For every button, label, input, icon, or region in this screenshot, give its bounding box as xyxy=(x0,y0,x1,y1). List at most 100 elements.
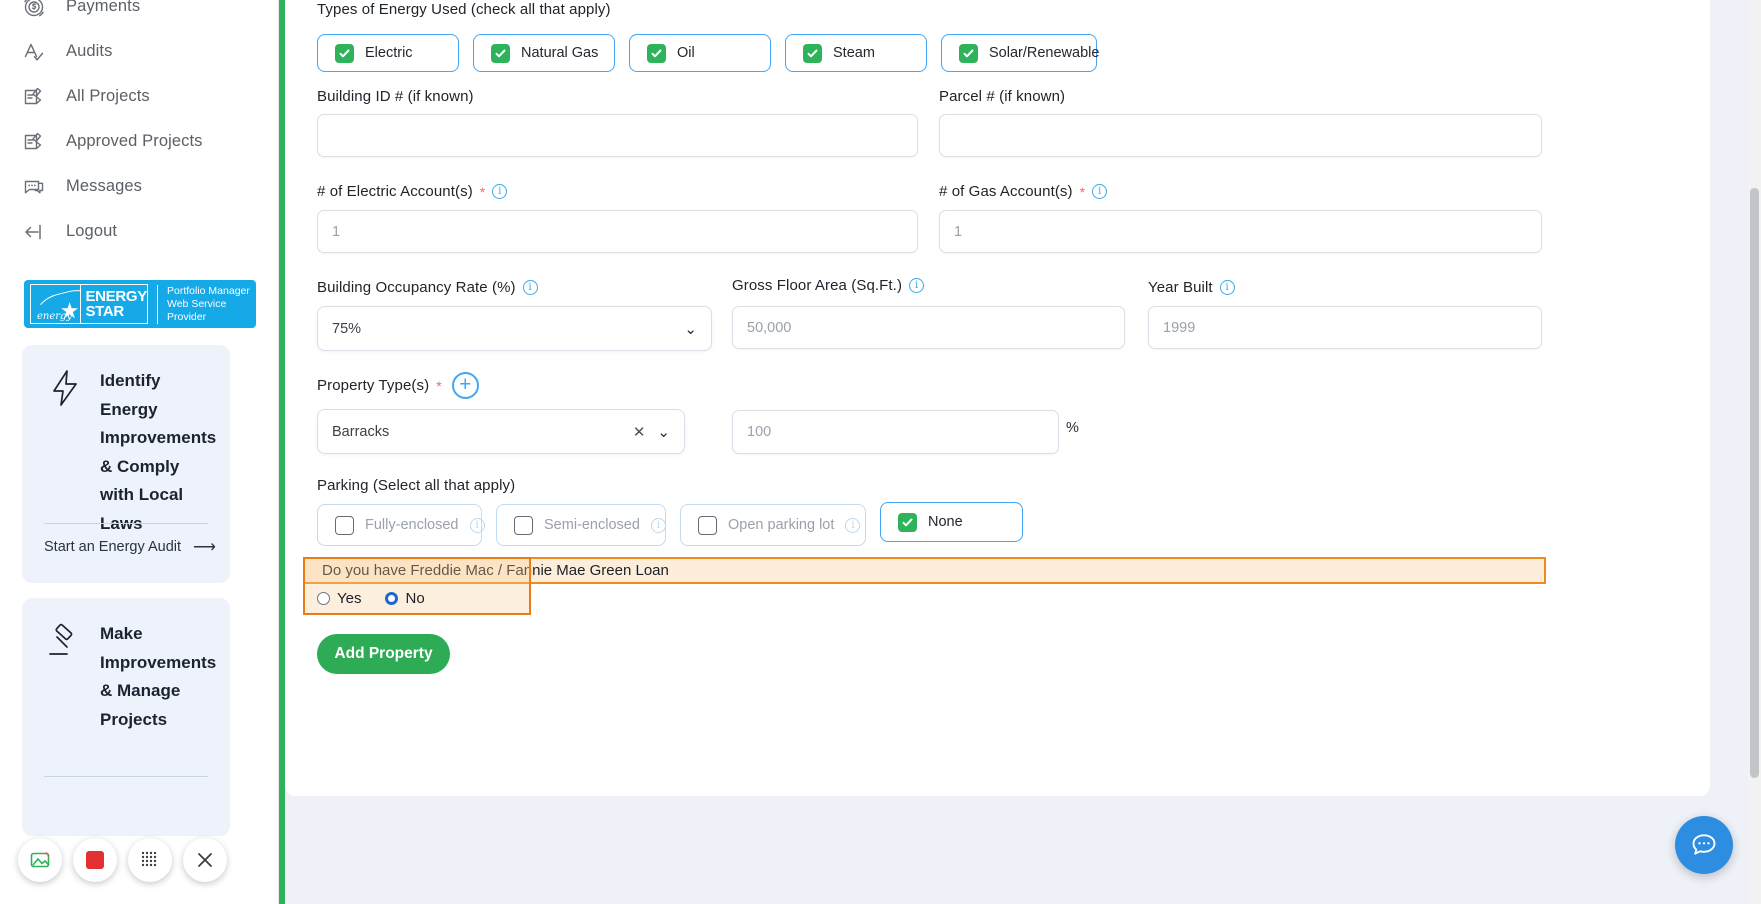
building-id-input[interactable] xyxy=(317,114,918,157)
parcel-label: Parcel # (if known) xyxy=(939,88,1066,105)
promo-cta-label: Start an Energy Audit xyxy=(44,539,182,555)
checkbox-empty-icon xyxy=(514,515,533,535)
required-asterisk: * xyxy=(479,183,486,200)
add-property-type-button[interactable]: + xyxy=(451,372,479,399)
occupancy-label-text: Building Occupancy Rate (%) xyxy=(317,279,516,296)
energy-star-graphic: energy ★ xyxy=(31,285,81,323)
promo-card-manage-projects[interactable]: Make Improvements & Manage Projects xyxy=(22,598,230,836)
building-id-label: Building ID # (if known) xyxy=(317,88,474,105)
property-type-percent-input[interactable] xyxy=(732,410,1059,454)
gross-floor-area-input[interactable] xyxy=(732,306,1125,349)
divider xyxy=(44,523,208,524)
energy-chip-solar-renewable[interactable]: Solar/Renewable xyxy=(941,34,1100,72)
chevron-down-icon: ⌄ xyxy=(657,423,670,441)
sidebar-item-payments[interactable]: Payments xyxy=(0,0,278,29)
energy-star-mark: energy ★ ENERGY STAR xyxy=(30,284,148,324)
promo-card-energy-audit[interactable]: Identify Energy Improvements & Comply wi… xyxy=(22,345,230,583)
sidebar: Payments Audits All Projects Approved Pr… xyxy=(0,0,279,904)
info-icon[interactable]: i xyxy=(845,517,861,533)
gross-floor-area-label-text: Gross Floor Area (Sq.Ft.) xyxy=(732,277,903,294)
gas-accounts-label: # of Gas Account(s) * i xyxy=(939,183,1108,200)
sidebar-item-logout[interactable]: Logout xyxy=(0,209,278,254)
check-icon xyxy=(491,43,510,63)
info-icon[interactable]: i xyxy=(909,278,925,293)
parking-chip-semi-enclosed[interactable]: Semi-enclosed i xyxy=(496,504,666,546)
green-loan-question: Do you have Freddie Mac / Fannie Mae Gre… xyxy=(303,557,1546,584)
divider xyxy=(44,776,208,777)
green-loan-radio-no[interactable]: No xyxy=(385,590,425,607)
sidebar-item-label: Payments xyxy=(66,0,141,15)
energy-chip-oil[interactable]: Oil xyxy=(629,34,771,72)
page-scrollbar-thumb[interactable] xyxy=(1750,188,1759,778)
parking-chip-none[interactable]: None xyxy=(880,502,1023,542)
partner-line-1: Portfolio Manager xyxy=(167,284,250,297)
percent-suffix: % xyxy=(1066,420,1079,436)
sidebar-nav: Payments Audits All Projects Approved Pr… xyxy=(0,0,278,254)
info-icon[interactable]: i xyxy=(1219,280,1235,295)
energy-chip-label: Solar/Renewable xyxy=(989,45,1100,61)
chevron-down-icon: ⌄ xyxy=(684,320,697,338)
occupancy-select[interactable]: 75% ⌄ xyxy=(317,306,712,351)
close-icon[interactable] xyxy=(183,838,227,882)
partner-text: Portfolio Manager Web Service Provider xyxy=(157,284,250,324)
page-scrollbar-track[interactable] xyxy=(1748,0,1761,904)
info-icon[interactable]: i xyxy=(650,517,666,533)
electric-accounts-input[interactable] xyxy=(317,210,918,253)
app-root: Payments Audits All Projects Approved Pr… xyxy=(0,0,1761,904)
sidebar-item-label: Approved Projects xyxy=(66,132,203,150)
grid-icon[interactable] xyxy=(128,838,172,882)
partner-line-2: Web Service Provider xyxy=(167,297,227,323)
sidebar-item-label: Logout xyxy=(66,222,118,240)
energy-chip-steam[interactable]: Steam xyxy=(785,34,927,72)
payments-icon xyxy=(20,0,48,21)
energy-chip-label: Steam xyxy=(833,45,875,61)
property-types-header: Property Type(s) * + xyxy=(317,372,479,399)
year-built-label-text: Year Built xyxy=(1148,279,1213,296)
gavel-icon xyxy=(44,620,86,662)
parking-chip-open-parking-lot[interactable]: Open parking lot i xyxy=(680,504,866,546)
energy-chip-natural-gas[interactable]: Natural Gas xyxy=(473,34,615,72)
screenshot-icon[interactable] xyxy=(18,838,62,882)
green-loan-radio-yes[interactable]: Yes xyxy=(317,590,361,607)
lightning-bolt-icon xyxy=(44,367,86,409)
sidebar-item-messages[interactable]: Messages xyxy=(0,164,278,209)
sidebar-item-approved-projects[interactable]: Approved Projects xyxy=(0,119,278,164)
add-property-button[interactable]: Add Property xyxy=(317,634,450,674)
info-icon[interactable]: i xyxy=(1092,184,1108,199)
property-type-select[interactable]: Barracks ✕ ⌄ xyxy=(317,409,685,454)
star-word: STAR xyxy=(85,303,124,320)
stop-record-icon[interactable] xyxy=(73,838,117,882)
required-asterisk: * xyxy=(1079,183,1086,200)
clear-icon[interactable]: ✕ xyxy=(633,423,646,441)
logout-icon xyxy=(20,218,48,246)
check-icon xyxy=(898,512,917,532)
energy-chip-electric[interactable]: Electric xyxy=(317,34,459,72)
property-types-label: Property Type(s) * xyxy=(317,377,442,394)
property-types-label-text: Property Type(s) xyxy=(317,377,430,394)
chat-widget-button[interactable] xyxy=(1675,816,1733,874)
parcel-input[interactable] xyxy=(939,114,1542,157)
energy-word: ENERGY xyxy=(85,287,147,305)
property-type-value: Barracks xyxy=(332,423,390,440)
gas-accounts-input[interactable] xyxy=(939,210,1542,253)
start-energy-audit-link[interactable]: Start an Energy Audit ⟶ xyxy=(44,537,216,557)
gross-floor-area-label: Gross Floor Area (Sq.Ft.) i xyxy=(732,277,925,294)
energy-types-group: Electric Natural Gas Oil Steam Solar/Ren… xyxy=(317,34,1100,72)
required-asterisk: * xyxy=(436,377,442,394)
sidebar-item-label: Messages xyxy=(66,177,143,195)
parking-chip-fully-enclosed[interactable]: Fully-enclosed i xyxy=(317,504,485,546)
info-icon[interactable]: i xyxy=(522,280,538,295)
messages-icon xyxy=(20,173,48,201)
year-built-label: Year Built i xyxy=(1148,279,1235,296)
radio-selected-icon xyxy=(385,592,399,605)
info-icon[interactable]: i xyxy=(469,517,485,533)
green-loan-radio-group: Yes No xyxy=(317,590,425,607)
sidebar-item-audits[interactable]: Audits xyxy=(0,29,278,74)
energy-star-partner-logo: energy ★ ENERGY STAR Portfolio Manager W… xyxy=(24,280,256,328)
year-built-input[interactable] xyxy=(1148,306,1542,349)
info-icon[interactable]: i xyxy=(492,184,508,199)
check-icon xyxy=(647,43,666,63)
add-property-form-card: i Types of Energy Used (check all that a… xyxy=(285,0,1710,796)
sidebar-item-all-projects[interactable]: All Projects xyxy=(0,74,278,119)
check-icon xyxy=(335,43,354,63)
